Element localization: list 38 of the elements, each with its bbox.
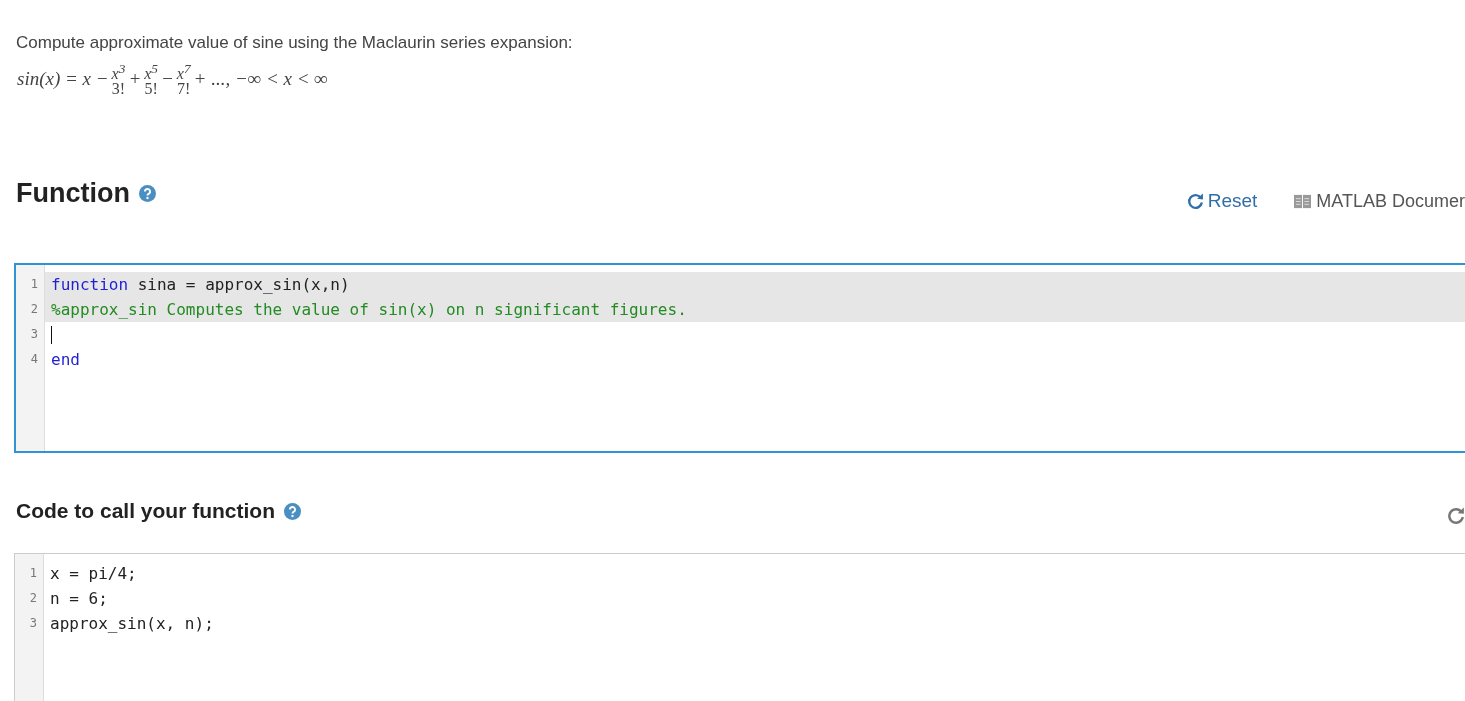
code-text: x = pi/4; [50, 563, 137, 586]
fraction-numerator: x$^{5}$ [144, 61, 158, 82]
refresh-icon[interactable] [1186, 192, 1204, 210]
line-number: 1 [29, 276, 39, 294]
line-number: 2 [28, 590, 38, 608]
code-text: sina = approx_sin(x,n) [136, 274, 350, 297]
book-icon [1294, 192, 1312, 210]
fraction-numerator: x$^{3}$ [111, 61, 126, 82]
refresh-icon[interactable] [1447, 507, 1465, 526]
fraction-denominator: 7! [177, 81, 191, 97]
code-text: n = 6; [50, 588, 108, 611]
formula-text: − [161, 67, 174, 90]
formula-text: + ..., −∞ < x < ∞ [193, 67, 328, 90]
code-editor[interactable]: 1 2 3 x = pi/4; n = 6; approx_sin(x, n); [14, 553, 1465, 701]
line-number: 3 [29, 326, 39, 344]
code-keyword: function [51, 274, 129, 297]
line-number: 2 [29, 301, 39, 319]
code-comment: %approx_sin Computes the value of sin(x) on n significant figures. [51, 299, 687, 322]
line-number: 3 [28, 615, 38, 633]
documentation-link[interactable]: MATLAB Documer [1294, 190, 1465, 212]
line-number: 1 [28, 565, 38, 583]
fraction-denominator: 3! [111, 81, 126, 97]
line-number: 4 [29, 351, 39, 369]
formula-text: + [128, 67, 142, 90]
text-cursor [51, 325, 52, 344]
code-editor[interactable]: 1 2 3 4 function sina = approx_sin(x,n) %approx_sin Computes the value of sin(x) on n significant figures. end [14, 263, 1465, 454]
code-line[interactable]: end [45, 347, 1465, 373]
fraction-numerator: x$^{7}$ [176, 61, 191, 82]
code-text: approx_sin(x, n); [50, 613, 214, 636]
fraction-denominator: 5! [144, 81, 158, 97]
code-keyword: end [51, 349, 80, 372]
section-title: Code to call your function [16, 499, 275, 524]
help-icon[interactable] [139, 184, 156, 202]
description-text: Compute approximate value of sine using the Maclaurin series expansion: [16, 33, 574, 53]
section-title: Function [16, 177, 130, 209]
reset-button[interactable]: Reset [1186, 190, 1258, 213]
help-icon[interactable] [284, 502, 301, 520]
formula-text: sin(x) = x − [17, 67, 109, 90]
